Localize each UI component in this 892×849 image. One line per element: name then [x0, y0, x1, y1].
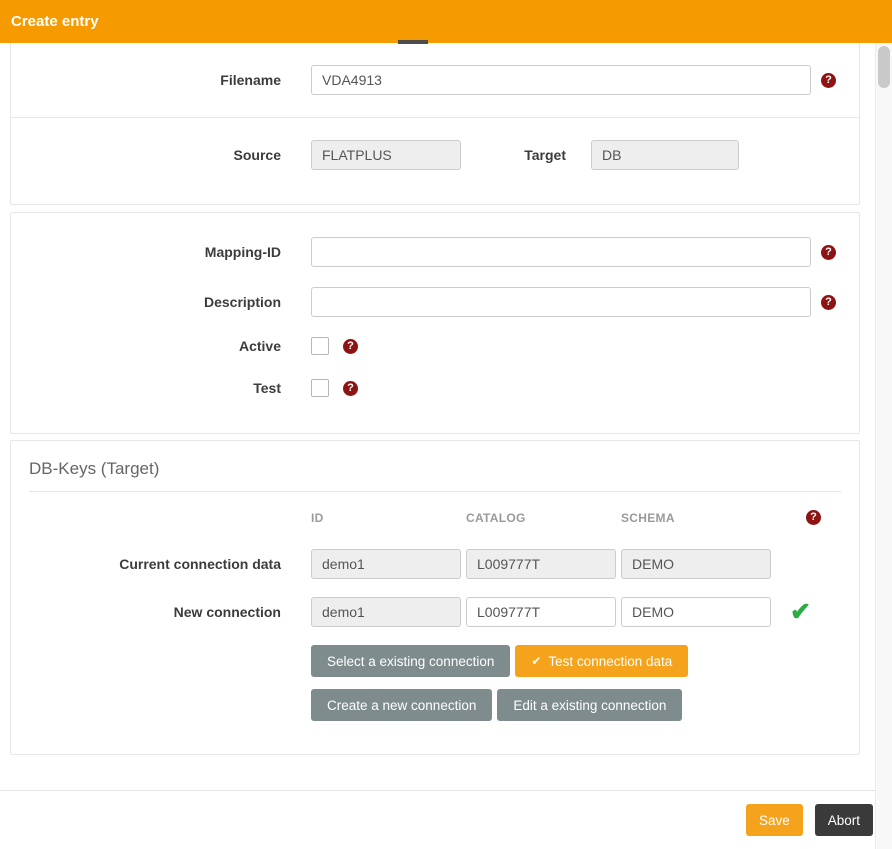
target-label: Target — [471, 147, 566, 163]
connection-buttons-row-1: Select a existing connection ✔ Test conn… — [311, 645, 859, 677]
test-connection-data-button[interactable]: ✔ Test connection data — [515, 645, 688, 677]
section-divider — [11, 117, 859, 118]
dialog-footer: Save Abort — [0, 790, 892, 849]
current-id-input — [311, 549, 461, 579]
current-connection-label: Current connection data — [11, 556, 281, 572]
create-new-connection-button[interactable]: Create a new connection — [311, 689, 492, 721]
active-checkbox[interactable] — [311, 337, 329, 355]
mapping-section: Mapping-ID ? Description ? Active ? Test… — [10, 212, 860, 434]
new-connection-label: New connection — [11, 604, 281, 620]
abort-button-label: Abort — [828, 813, 860, 828]
column-header-catalog: CATALOG — [466, 511, 616, 525]
description-help-icon[interactable]: ? — [821, 295, 836, 310]
connection-valid-check-icon: ✔ — [790, 600, 811, 625]
description-label: Description — [11, 294, 281, 310]
test-help-icon[interactable]: ? — [343, 381, 358, 396]
db-keys-title: DB-Keys (Target) — [29, 459, 841, 479]
source-target-row: Source Target — [11, 140, 859, 170]
test-row: Test ? — [11, 379, 859, 397]
connection-buttons-row-2: Create a new connection Edit a existing … — [311, 689, 859, 721]
current-schema-input — [621, 549, 771, 579]
target-input — [591, 140, 739, 170]
filename-input[interactable] — [311, 65, 811, 95]
column-header-id: ID — [311, 511, 461, 525]
filename-section: Filename ? Source Target — [10, 43, 860, 205]
dialog-title: Create entry — [11, 13, 99, 30]
active-row: Active ? — [11, 337, 859, 355]
current-connection-row: Current connection data — [11, 549, 859, 579]
db-keys-section: DB-Keys (Target) ID CATALOG SCHEMA ? Cur… — [10, 440, 860, 755]
test-label: Test — [11, 380, 281, 396]
select-existing-connection-button[interactable]: Select a existing connection — [311, 645, 510, 677]
dialog-header: Create entry — [0, 0, 892, 43]
check-icon: ✔ — [531, 654, 541, 668]
edit-existing-connection-label: Edit a existing connection — [513, 698, 666, 713]
db-keys-column-headers: ID CATALOG SCHEMA ? — [311, 510, 859, 525]
db-keys-title-rule — [29, 491, 841, 492]
vertical-scrollbar[interactable] — [875, 43, 892, 849]
new-connection-row: New connection ✔ — [11, 597, 859, 627]
active-label: Active — [11, 338, 281, 354]
db-keys-help-icon[interactable]: ? — [806, 510, 821, 525]
scrollbar-thumb[interactable] — [878, 46, 890, 88]
create-new-connection-label: Create a new connection — [327, 698, 476, 713]
new-schema-input[interactable] — [621, 597, 771, 627]
filename-help-icon[interactable]: ? — [821, 73, 836, 88]
dialog-body: Filename ? Source Target Mapping-ID ? De… — [0, 43, 875, 790]
description-row: Description ? — [11, 287, 859, 317]
source-label: Source — [11, 147, 281, 163]
column-header-schema: SCHEMA — [621, 511, 771, 525]
save-button-label: Save — [759, 813, 790, 828]
mapping-id-input[interactable] — [311, 237, 811, 267]
mapping-id-row: Mapping-ID ? — [11, 237, 859, 267]
new-catalog-input[interactable] — [466, 597, 616, 627]
current-catalog-input — [466, 549, 616, 579]
save-button[interactable]: Save — [746, 804, 803, 836]
description-input[interactable] — [311, 287, 811, 317]
test-checkbox[interactable] — [311, 379, 329, 397]
source-input — [311, 140, 461, 170]
abort-button[interactable]: Abort — [815, 804, 873, 836]
new-id-input — [311, 597, 461, 627]
edit-existing-connection-button[interactable]: Edit a existing connection — [497, 689, 682, 721]
filename-row: Filename ? — [11, 65, 859, 95]
active-help-icon[interactable]: ? — [343, 339, 358, 354]
select-existing-connection-label: Select a existing connection — [327, 654, 494, 669]
mapping-id-help-icon[interactable]: ? — [821, 245, 836, 260]
test-connection-data-label: Test connection data — [548, 654, 672, 669]
filename-label: Filename — [11, 72, 281, 88]
active-tab-indicator — [398, 40, 428, 44]
mapping-id-label: Mapping-ID — [11, 244, 281, 260]
